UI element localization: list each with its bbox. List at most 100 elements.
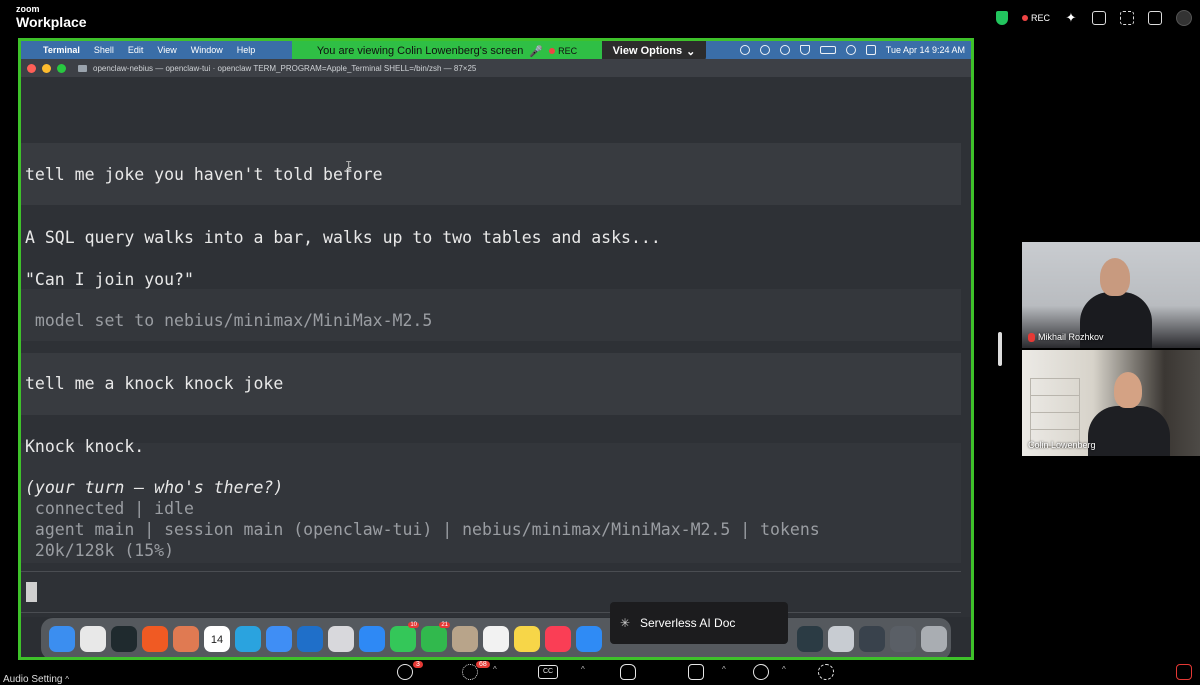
raise-hand-icon[interactable]	[620, 664, 636, 680]
menu-window[interactable]: Window	[191, 45, 223, 55]
user-prompt-2: tell me a knock knock joke	[25, 374, 284, 393]
dock-app-notes-icon[interactable]	[514, 626, 540, 652]
pip-icon[interactable]	[1148, 11, 1162, 25]
participants-caret-icon[interactable]: ^	[493, 665, 497, 674]
dock-app-perplexity-icon[interactable]	[111, 626, 137, 652]
status-item-icon[interactable]	[739, 45, 750, 55]
mic-muted-icon	[1028, 332, 1035, 342]
participant-name-tag: Colin Lowenberg	[1028, 440, 1096, 450]
terminal-titlebar[interactable]: openclaw-nebius — openclaw-tui · opencla…	[21, 59, 971, 77]
dock-app-app-store-icon[interactable]	[576, 626, 602, 652]
share-caret-icon[interactable]: ^	[722, 665, 726, 674]
dock-app-messages-icon[interactable]: 10	[390, 622, 419, 652]
mac-status-area: Tue Apr 14 9:24 AM	[739, 41, 965, 59]
shared-screen[interactable]: Terminal Shell Edit View Window Help Tue…	[18, 38, 974, 660]
status-tokens: 20k/128k (15%)	[25, 541, 175, 560]
user-prompt-1: tell me joke you haven't told before	[25, 165, 383, 184]
dock-app-slack-icon[interactable]	[80, 626, 106, 652]
terminal-body[interactable]: tell me joke you haven't told before I A…	[21, 77, 971, 617]
wifi-icon[interactable]	[799, 45, 810, 55]
assistant-reply-1a: A SQL query walks into a bar, walks up t…	[25, 228, 661, 247]
dock-app-contacts-icon[interactable]	[452, 626, 478, 652]
participant-video-1[interactable]: Mikhail Rozhkov	[1022, 242, 1200, 348]
minimize-window-icon[interactable]	[42, 63, 51, 73]
reactions-caret-icon[interactable]: ^	[782, 665, 786, 674]
participant-video-2[interactable]: Colin Lowenberg	[1022, 350, 1200, 456]
dock-app-reminders-icon[interactable]	[483, 626, 509, 652]
dock-app-calendar-icon[interactable]: 14	[204, 626, 230, 652]
battery-icon[interactable]	[819, 46, 836, 54]
focus-mode-icon[interactable]	[1092, 11, 1106, 25]
clock-status-icon[interactable]	[779, 45, 790, 55]
control-center-icon[interactable]	[865, 45, 876, 55]
close-window-icon[interactable]	[27, 63, 36, 73]
zoom-window-icon[interactable]	[57, 63, 66, 73]
audio-setting-label: Audio Setting	[3, 674, 63, 685]
dock-app-facetime-icon[interactable]: 21	[421, 622, 450, 652]
dock-app-safari-icon[interactable]	[359, 626, 385, 652]
security-shield-icon[interactable]	[995, 11, 1008, 25]
recording-label: REC	[1030, 13, 1050, 23]
dock-app-finder-icon[interactable]	[49, 626, 75, 652]
loading-spinner-icon: ✳	[620, 616, 631, 630]
status-connection: connected | idle	[25, 499, 194, 518]
status-session: agent main | session main (openclaw-tui)…	[25, 520, 820, 539]
zoom-bottom-toolbar: Audio Setting ^ 3 68 ^ CC ^ ^ ^	[0, 660, 1200, 685]
dock-app-mail-icon[interactable]	[266, 626, 292, 652]
dock-app-window-thumb-3-icon[interactable]	[890, 626, 916, 652]
zoom-brand-small: zoom	[16, 4, 40, 14]
top-right-controls: REC ✦	[995, 10, 1192, 26]
dock-app-outlook-icon[interactable]	[297, 626, 323, 652]
terminal-title: openclaw-nebius — openclaw-tui · opencla…	[93, 63, 477, 73]
assistant-reply-1b: "Can I join you?"	[25, 270, 194, 289]
participant-silhouette	[1088, 406, 1170, 456]
zoom-top-bar: zoom Workplace REC ✦	[0, 0, 1200, 38]
profile-avatar-icon[interactable]	[1176, 10, 1192, 26]
mic-muted-icon: 🎤	[529, 45, 544, 58]
dock-app-brave-icon[interactable]	[142, 626, 168, 652]
record-dot-icon	[1021, 15, 1028, 21]
chat-icon[interactable]	[397, 664, 413, 680]
fullscreen-icon[interactable]	[1120, 11, 1134, 25]
menu-app-name[interactable]: Terminal	[43, 45, 80, 55]
settings-gear-icon[interactable]	[818, 664, 834, 680]
dock-tooltip-label: Serverless AI Doc	[640, 616, 736, 630]
menu-shell[interactable]: Shell	[94, 45, 114, 55]
input-divider-bottom	[21, 612, 961, 613]
zoom-brand-big: Workplace	[16, 14, 87, 30]
spotlight-search-icon[interactable]	[845, 45, 856, 55]
menu-view[interactable]: View	[157, 45, 176, 55]
captions-icon[interactable]: CC	[538, 665, 558, 679]
share-screen-icon[interactable]	[688, 664, 704, 680]
dock-app-telegram-icon[interactable]	[235, 626, 261, 652]
reactions-heart-icon[interactable]	[753, 664, 769, 680]
leave-icon[interactable]	[1176, 664, 1192, 680]
menu-edit[interactable]: Edit	[128, 45, 144, 55]
ai-companion-icon[interactable]: ✦	[1064, 11, 1078, 25]
view-options-label: View Options	[612, 45, 683, 57]
participants-badge: 68	[476, 661, 490, 668]
dock-app-trash-icon[interactable]	[921, 626, 947, 652]
view-options-button[interactable]: View Options ⌄	[602, 41, 706, 61]
system-model-line: model set to nebius/minimax/MiniMax-M2.5	[25, 311, 433, 330]
audio-setting-button[interactable]: Audio Setting ^	[3, 674, 69, 685]
dock-app-window-thumb-icon[interactable]	[828, 626, 854, 652]
mac-dock: 14 10 21	[41, 618, 951, 657]
status-item-icon-2[interactable]	[759, 45, 770, 55]
menu-help[interactable]: Help	[237, 45, 256, 55]
dock-app-music-icon[interactable]	[545, 626, 571, 652]
chevron-up-icon: ^	[65, 675, 70, 684]
assistant-reply-2a: Knock knock.	[25, 437, 145, 456]
dock-app-window-thumb-2-icon[interactable]	[859, 626, 885, 652]
recording-indicator[interactable]: REC	[1021, 13, 1050, 23]
split-drag-handle[interactable]	[998, 332, 1002, 366]
dock-app-terminal-thumb-icon[interactable]	[797, 626, 823, 652]
dock-app-claude-icon[interactable]	[173, 626, 199, 652]
participant-name-tag: Mikhail Rozhkov	[1028, 332, 1104, 342]
menu-datetime[interactable]: Tue Apr 14 9:24 AM	[886, 45, 965, 55]
captions-caret-icon[interactable]: ^	[581, 665, 585, 674]
participant-face	[1114, 372, 1142, 408]
participant-name: Mikhail Rozhkov	[1038, 332, 1104, 342]
banner-rec-label: REC	[558, 46, 578, 56]
dock-app-launchpad-icon[interactable]	[328, 626, 354, 652]
